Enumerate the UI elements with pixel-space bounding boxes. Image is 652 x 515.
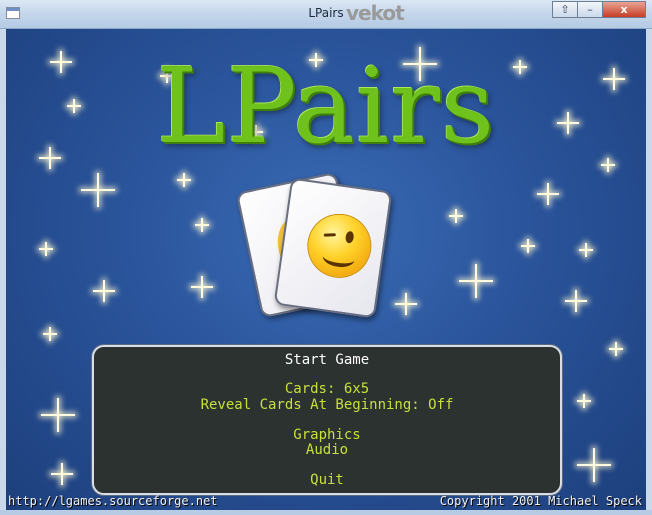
menu-item-audio[interactable]: Audio <box>94 442 560 458</box>
winking-smiley-card-icon <box>273 177 393 319</box>
restore-button[interactable]: ⇧ <box>552 1 578 18</box>
window-controls: ⇧ – x <box>552 1 646 19</box>
star-icon <box>195 218 209 232</box>
vekot-logo: vekot <box>346 1 405 25</box>
star-icon <box>43 327 57 341</box>
game-logo: LPairs <box>156 45 496 167</box>
winking-smiley-icon <box>304 210 375 281</box>
window-frame-bottom <box>0 510 652 515</box>
website-link: http://lgames.sourceforge.net <box>8 494 218 508</box>
star-icon <box>577 394 591 408</box>
star-icon <box>395 293 417 315</box>
star-icon <box>537 183 559 205</box>
menu-item-graphics[interactable]: Graphics <box>94 427 560 443</box>
star-icon <box>565 290 587 312</box>
star-icon <box>577 448 611 482</box>
window-titlebar[interactable]: LPairs vekot ⇧ – x <box>0 0 652 29</box>
star-icon <box>51 463 73 485</box>
star-icon <box>81 173 115 207</box>
menu-item-start-game[interactable]: Start Game <box>94 352 560 368</box>
menu-item-reveal-cards[interactable]: Reveal Cards At Beginning: Off <box>94 397 560 413</box>
star-icon <box>191 276 213 298</box>
minimize-button[interactable]: – <box>577 1 603 18</box>
main-menu: Start Game Cards: 6x5 Reveal Cards At Be… <box>92 345 562 495</box>
star-icon <box>579 243 593 257</box>
star-icon <box>449 209 463 223</box>
star-icon <box>521 239 535 253</box>
star-icon <box>39 242 53 256</box>
game-canvas[interactable]: LPairs Start Game Cards: 6x5 Reveal Card… <box>6 29 646 510</box>
star-icon <box>177 173 191 187</box>
copyright-text: Copyright 2001 Michael Speck <box>439 494 642 508</box>
star-icon <box>41 398 75 432</box>
menu-item-quit[interactable]: Quit <box>94 472 560 488</box>
star-icon <box>609 342 623 356</box>
star-icon <box>459 264 493 298</box>
menu-item-cards[interactable]: Cards: 6x5 <box>94 381 560 397</box>
star-icon <box>93 280 115 302</box>
close-button[interactable]: x <box>602 1 646 18</box>
